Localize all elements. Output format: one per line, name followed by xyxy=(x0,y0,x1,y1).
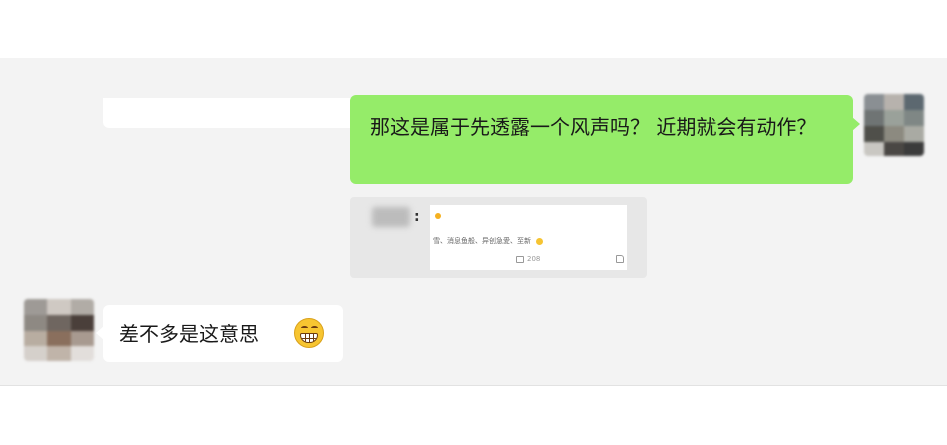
avatar-pixel xyxy=(24,315,47,331)
avatar-pixel xyxy=(24,331,47,346)
like-icon xyxy=(616,255,624,263)
avatar-pixel xyxy=(904,126,924,142)
quoted-sender-name xyxy=(372,207,410,227)
avatar-pixel xyxy=(47,346,71,361)
grinning-face-icon xyxy=(294,318,324,348)
quoted-post-card[interactable]: 雪、消息鱼般、异创急愛、至新 208 xyxy=(430,205,627,270)
avatar-pixel xyxy=(71,299,94,315)
verified-badge-icon xyxy=(435,212,441,219)
quoted-post-text: 雪、消息鱼般、异创急愛、至新 xyxy=(433,236,544,246)
quoted-message[interactable]: : 雪、消息鱼般、异创急愛、至新 208 xyxy=(350,197,647,278)
avatar-pixel xyxy=(47,331,71,346)
emoji-icon xyxy=(536,237,544,245)
contact-message-text: 差不多是这意思 xyxy=(119,322,259,346)
avatar-pixel xyxy=(864,110,884,126)
avatar-pixel xyxy=(904,94,924,110)
avatar-pixel xyxy=(864,94,884,110)
contact-message-bubble[interactable]: 差不多是这意思 xyxy=(96,305,343,362)
emoji-tooth xyxy=(305,334,306,342)
avatar-pixel xyxy=(24,346,47,361)
avatar-pixel xyxy=(47,299,71,315)
self-message-text: 那这是属于先透露一个风声吗？ 近期就会有动作？ xyxy=(370,115,817,139)
self-message-bubble[interactable]: 那这是属于先透露一个风声吗？ 近期就会有动作？ xyxy=(350,95,860,184)
quoted-post-title xyxy=(433,211,441,220)
avatar-pixel xyxy=(71,346,94,361)
emoji-mouth xyxy=(300,333,318,343)
comment-count-value: 208 xyxy=(527,255,541,263)
avatar-pixel xyxy=(884,110,904,126)
quote-colon: : xyxy=(414,209,420,225)
avatar-pixel xyxy=(47,315,71,331)
avatar-pixel xyxy=(71,315,94,331)
self-avatar[interactable] xyxy=(864,94,924,156)
contact-avatar[interactable] xyxy=(24,299,94,361)
avatar-pixel xyxy=(884,126,904,142)
avatar-pixel xyxy=(864,126,884,142)
emoji-eye xyxy=(301,326,308,330)
avatar-pixel xyxy=(884,142,904,156)
emoji-tooth xyxy=(313,334,314,342)
avatar-pixel xyxy=(71,331,94,346)
top-strip xyxy=(0,0,947,58)
quoted-post-text-content: 雪、消息鱼般、异创急愛、至新 xyxy=(433,237,531,245)
comment-count: 208 xyxy=(516,255,540,263)
avatar-pixel xyxy=(24,299,47,315)
emoji-eye xyxy=(311,326,318,330)
avatar-pixel xyxy=(884,94,904,110)
emoji-tooth xyxy=(309,334,310,342)
avatar-pixel xyxy=(904,110,924,126)
avatar-pixel xyxy=(904,142,924,156)
avatar-pixel xyxy=(864,142,884,156)
message-input-area[interactable] xyxy=(0,386,947,445)
comment-icon xyxy=(516,255,524,263)
